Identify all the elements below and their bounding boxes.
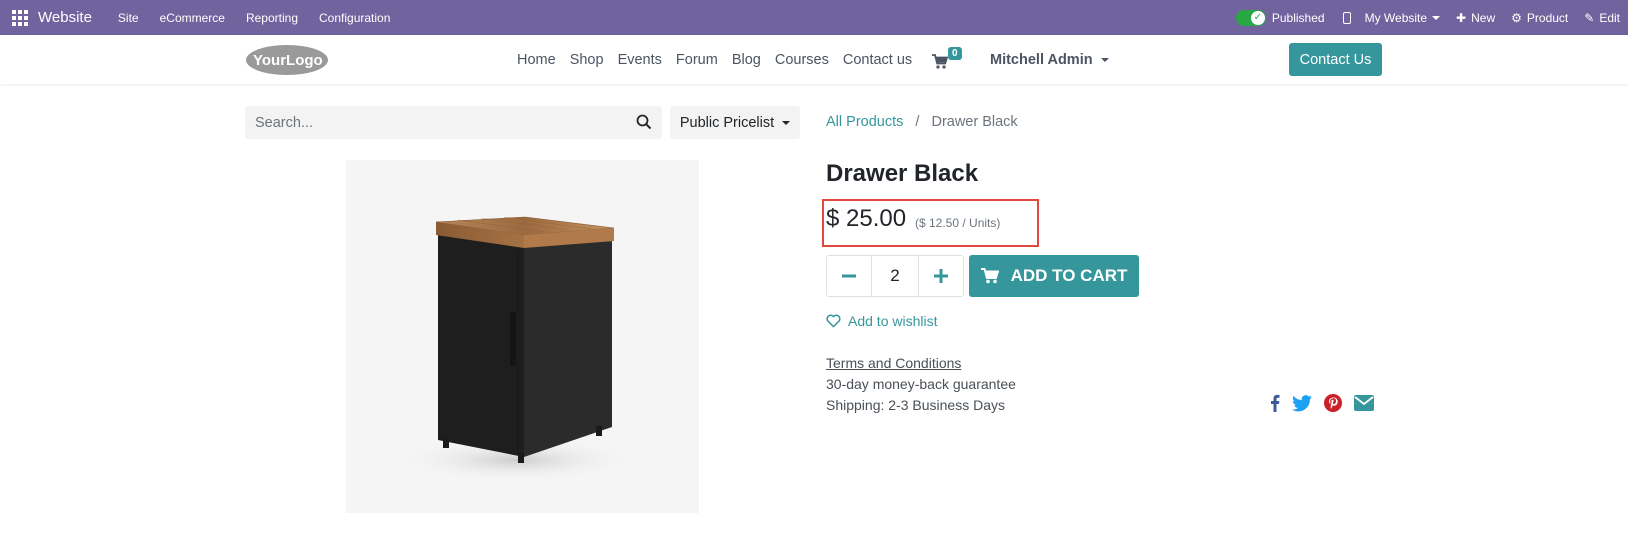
unit-price: ($ 12.50 / Units)	[915, 216, 1001, 230]
menu-reporting[interactable]: Reporting	[246, 11, 298, 25]
caret-down-icon	[1100, 57, 1109, 62]
quantity-stepper: 2	[826, 255, 964, 297]
plus-icon	[934, 269, 948, 283]
twitter-icon[interactable]	[1292, 394, 1312, 412]
cart-count-badge: 0	[948, 47, 962, 60]
mobile-icon[interactable]	[1342, 11, 1351, 24]
admin-bar: Website Site eCommerce Reporting Configu…	[0, 0, 1628, 35]
search-input[interactable]	[245, 114, 615, 131]
heart-icon	[826, 314, 841, 328]
nav-events[interactable]: Events	[618, 52, 662, 68]
decrease-quantity-button[interactable]	[827, 256, 871, 296]
quantity-input[interactable]: 2	[871, 256, 919, 296]
drawer-cabinet-image	[396, 216, 636, 482]
cart-icon	[980, 268, 999, 284]
add-to-wishlist-link[interactable]: Add to wishlist	[826, 313, 937, 329]
cart-link[interactable]: 0	[932, 47, 962, 69]
pencil-icon: ✎	[1584, 10, 1595, 25]
site-navbar: YourLogo Home Shop Events Forum Blog Cou…	[0, 35, 1628, 84]
shipping-text: Shipping: 2-3 Business Days	[826, 397, 1005, 413]
logo-text: YourLogo	[253, 52, 323, 69]
add-to-cart-button[interactable]: ADD TO CART	[969, 255, 1139, 297]
apps-grid-icon[interactable]	[12, 9, 28, 26]
product-image	[346, 160, 699, 513]
nav-home[interactable]: Home	[517, 52, 556, 68]
check-icon: ✓	[1250, 10, 1265, 25]
nav-blog[interactable]: Blog	[732, 52, 761, 68]
product-label: Product	[1526, 10, 1569, 25]
published-toggle[interactable]: ✓ Published	[1235, 9, 1325, 26]
product-price: $ 25.00	[826, 205, 907, 232]
toggle-switch[interactable]: ✓	[1235, 9, 1266, 26]
product-title: Drawer Black	[826, 160, 979, 187]
menu-ecommerce[interactable]: eCommerce	[160, 11, 225, 25]
facebook-icon[interactable]	[1270, 394, 1280, 412]
logo[interactable]: YourLogo	[245, 43, 330, 76]
increase-quantity-button[interactable]	[919, 256, 963, 296]
my-website-dropdown[interactable]: My Website	[1364, 10, 1441, 25]
my-website-label: My Website	[1364, 10, 1428, 25]
add-to-cart-label: ADD TO CART	[1010, 266, 1128, 285]
edit-label: Edit	[1599, 10, 1620, 25]
product-button[interactable]: ⚙ Product	[1511, 11, 1568, 25]
breadcrumb-all-products[interactable]: All Products	[826, 114, 903, 130]
product-search	[245, 106, 662, 139]
terms-and-conditions-link[interactable]: Terms and Conditions	[826, 355, 961, 371]
plus-icon: ✚	[1456, 10, 1467, 25]
edit-button[interactable]: ✎ Edit	[1584, 11, 1620, 25]
cart-icon	[932, 54, 948, 69]
nav-forum[interactable]: Forum	[676, 52, 718, 68]
user-menu[interactable]: Mitchell Admin	[990, 35, 1109, 84]
published-label: Published	[1271, 10, 1325, 25]
main-menu: Home Shop Events Forum Blog Courses Cont…	[517, 35, 926, 84]
minus-icon	[842, 274, 856, 278]
guarantee-text: 30-day money-back guarantee	[826, 376, 1016, 392]
new-label: New	[1471, 10, 1496, 25]
nav-shop[interactable]: Shop	[570, 52, 604, 68]
gear-icon: ⚙	[1511, 10, 1522, 25]
share-buttons	[1270, 394, 1386, 412]
new-button[interactable]: ✚ New	[1456, 11, 1495, 25]
contact-us-button[interactable]: Contact Us	[1289, 43, 1382, 76]
caret-down-icon	[782, 120, 791, 125]
envelope-icon[interactable]	[1354, 395, 1374, 411]
search-icon[interactable]	[636, 114, 652, 130]
breadcrumb-current: Drawer Black	[931, 114, 1018, 130]
caret-down-icon	[1432, 15, 1441, 20]
menu-configuration[interactable]: Configuration	[319, 11, 390, 25]
pricelist-dropdown[interactable]: Public Pricelist	[670, 106, 800, 139]
admin-brand[interactable]: Website	[38, 9, 92, 26]
pinterest-icon[interactable]	[1324, 394, 1342, 412]
breadcrumb-separator: /	[915, 114, 920, 130]
pricelist-label: Public Pricelist	[679, 114, 775, 131]
nav-contact-us[interactable]: Contact us	[843, 52, 912, 68]
menu-site[interactable]: Site	[118, 11, 139, 25]
user-name: Mitchell Admin	[990, 51, 1093, 68]
nav-courses[interactable]: Courses	[775, 52, 829, 68]
breadcrumb: All Products / Drawer Black	[826, 114, 1018, 130]
wishlist-label: Add to wishlist	[848, 313, 938, 329]
